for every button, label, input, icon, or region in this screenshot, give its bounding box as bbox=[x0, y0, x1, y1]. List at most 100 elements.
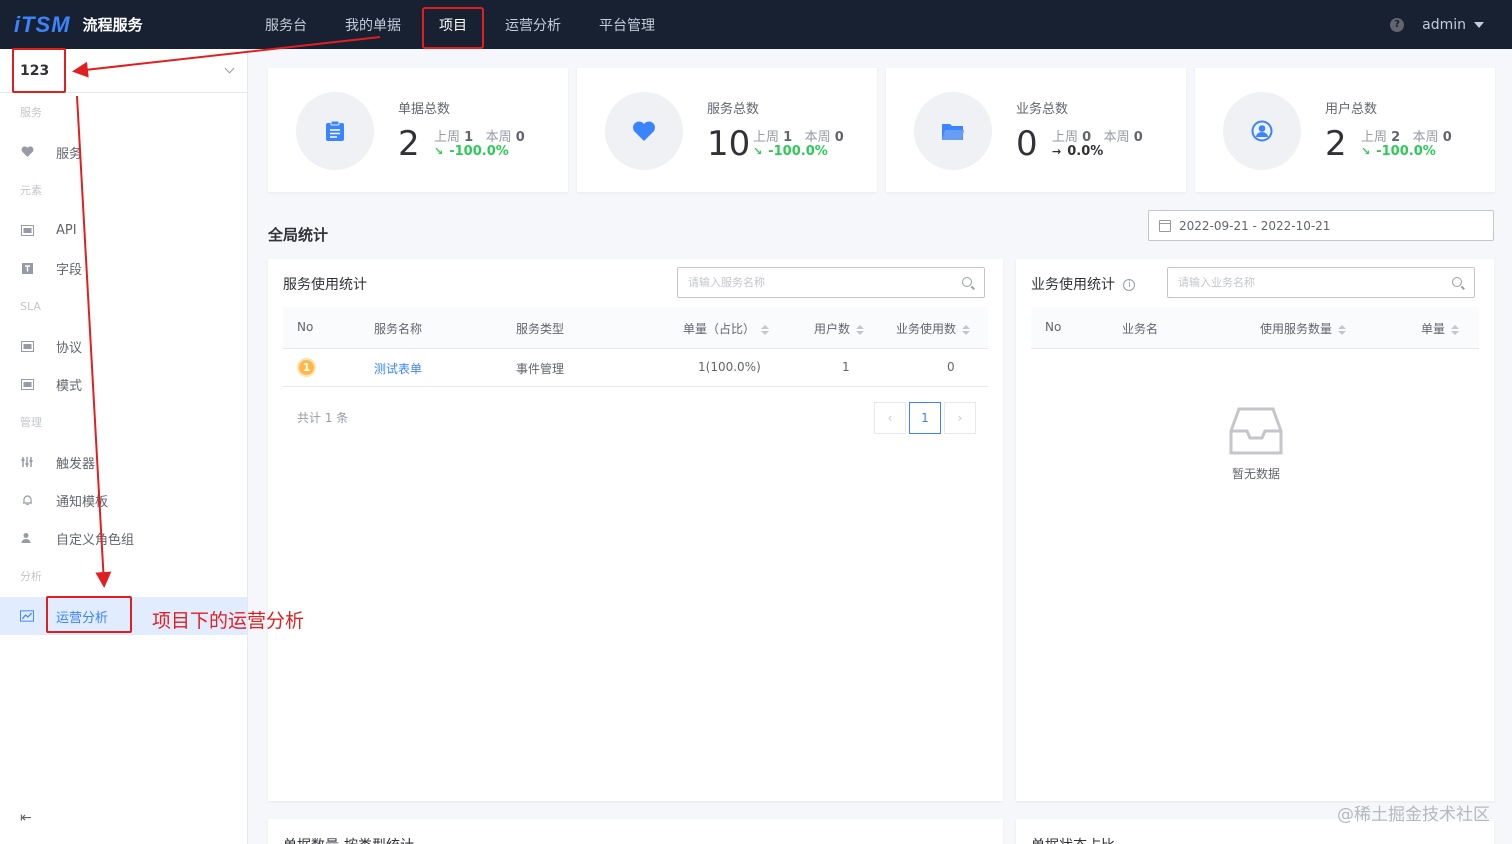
annotation-text: 项目下的运营分析 bbox=[152, 610, 305, 632]
business-usage-panel: 业务使用统计 i No 业务名 使用服务数量 单量 暂无数据 bbox=[1016, 259, 1494, 801]
stat-total: 2 bbox=[398, 124, 420, 164]
col-service-type: 服务类型 bbox=[516, 322, 565, 336]
mode-icon bbox=[20, 377, 34, 391]
sidebar-item-label: 通知模板 bbox=[56, 494, 109, 510]
business-search-input[interactable] bbox=[1178, 276, 1430, 289]
user-count: 1 bbox=[842, 360, 850, 374]
brand[interactable]: iTSM 流程服务 bbox=[14, 12, 234, 38]
page-1-button[interactable]: 1 bbox=[909, 402, 941, 434]
sidebar-item-field[interactable]: 字段 bbox=[0, 249, 247, 287]
nav-my-tickets[interactable]: 我的单据 bbox=[326, 0, 420, 49]
main-nav: 服务台 我的单据 项目 运营分析 平台管理 bbox=[246, 0, 674, 49]
sidebar-item-mode[interactable]: 模式 bbox=[0, 365, 247, 403]
brand-name: 流程服务 bbox=[82, 16, 143, 34]
chevron-down-icon[interactable] bbox=[224, 63, 235, 74]
col-service-qty[interactable]: 使用服务数量 bbox=[1260, 320, 1347, 337]
heart-icon bbox=[633, 121, 655, 141]
stat-card-services: 服务总数 10 上周 1 本周 0 ↘ -100.0% bbox=[577, 68, 877, 192]
trend-value: -100.0% bbox=[768, 144, 828, 159]
sidebar-item-notify-template[interactable]: 通知模板 bbox=[0, 481, 247, 519]
nav-service-desk[interactable]: 服务台 bbox=[246, 0, 326, 49]
watermark: @稀土掘金技术社区 bbox=[1337, 805, 1490, 825]
col-label: 使用服务数量 bbox=[1260, 322, 1333, 336]
main-content: 单据总数 2 上周 1 本周 0 ↘ -100.0% 服务总数 10 上周 1 本… bbox=[248, 49, 1512, 844]
sidebar-item-service[interactable]: 服务 bbox=[0, 133, 247, 171]
panel-title-text: 业务使用统计 bbox=[1031, 277, 1115, 293]
project-name: 123 bbox=[11, 47, 67, 93]
col-label: 业务使用数 bbox=[896, 322, 957, 336]
sort-icon[interactable] bbox=[962, 324, 971, 335]
sidebar-item-custom-role[interactable]: 自定义角色组 bbox=[0, 519, 247, 557]
col-ticket-qty[interactable]: 单量 bbox=[1421, 320, 1460, 337]
stat-card-tickets: 单据总数 2 上周 1 本周 0 ↘ -100.0% bbox=[268, 68, 568, 192]
top-navbar: iTSM 流程服务 服务台 我的单据 项目 运营分析 平台管理 ? admin bbox=[0, 0, 1512, 49]
nav-project[interactable]: 项目 bbox=[420, 0, 486, 49]
service-search-input[interactable] bbox=[688, 276, 940, 289]
sidebar-item-agreement[interactable]: 协议 bbox=[0, 327, 247, 365]
total-count: 共计 1 条 bbox=[297, 411, 349, 425]
empty-state: 暂无数据 bbox=[1221, 407, 1291, 482]
service-name-link[interactable]: 测试表单 bbox=[374, 360, 422, 377]
stat-card-users: 用户总数 2 上周 2 本周 0 ↘ -100.0% bbox=[1195, 68, 1495, 192]
user-menu[interactable]: admin bbox=[1422, 17, 1466, 33]
section-title: 全局统计 bbox=[268, 226, 329, 244]
prev-page-button[interactable]: ‹ bbox=[874, 402, 906, 434]
group-title-analysis: 分析 bbox=[20, 570, 42, 583]
sidebar-item-label: 触发器 bbox=[56, 456, 96, 472]
last-week-label: 上周 bbox=[753, 130, 780, 145]
sort-icon[interactable] bbox=[1338, 324, 1347, 335]
stat-week: 上周 1 本周 0 bbox=[434, 126, 525, 145]
agreement-icon bbox=[20, 339, 34, 353]
col-biz-name: 业务名 bbox=[1122, 322, 1159, 336]
user-icon bbox=[1251, 120, 1273, 142]
stat-icon-circle bbox=[605, 92, 683, 170]
info-icon[interactable]: i bbox=[1123, 279, 1136, 291]
help-icon[interactable]: ? bbox=[1390, 17, 1405, 32]
panel-title: 服务使用统计 bbox=[283, 277, 367, 293]
stat-total: 2 bbox=[1325, 124, 1347, 164]
service-type: 事件管理 bbox=[516, 362, 565, 376]
stat-card-business: 业务总数 0 上周 0 本周 0 → 0.0% bbox=[886, 68, 1186, 192]
col-service-name: 服务名称 bbox=[374, 322, 423, 336]
sort-icon[interactable] bbox=[761, 324, 770, 335]
service-search[interactable] bbox=[677, 267, 985, 298]
last-week-value: 0 bbox=[1082, 130, 1092, 145]
business-table-header: No 业务名 使用服务数量 单量 bbox=[1031, 307, 1479, 349]
col-biz-usage[interactable]: 业务使用数 bbox=[896, 320, 971, 337]
stat-icon-circle bbox=[296, 92, 374, 170]
project-selector[interactable]: 123 bbox=[0, 47, 247, 93]
search-icon[interactable] bbox=[962, 277, 972, 287]
search-icon[interactable] bbox=[1452, 277, 1462, 287]
empty-text: 暂无数据 bbox=[1231, 467, 1280, 481]
clipboard-icon bbox=[326, 120, 344, 141]
sidebar-item-trigger[interactable]: 触发器 bbox=[0, 443, 247, 481]
group-title-sla: SLA bbox=[20, 300, 41, 313]
caret-down-icon[interactable] bbox=[1474, 21, 1484, 28]
chart-icon bbox=[20, 609, 34, 623]
bell-icon bbox=[20, 493, 34, 507]
col-no: No bbox=[1045, 320, 1062, 334]
calendar-icon bbox=[1159, 219, 1171, 232]
arrow-down-icon: ↘ bbox=[434, 145, 444, 158]
last-week-label: 上周 bbox=[1052, 130, 1079, 145]
stat-icon-circle bbox=[914, 92, 992, 170]
panel-title: 单据数量-按类型统计 bbox=[283, 835, 414, 844]
next-page-button[interactable]: › bbox=[944, 402, 976, 434]
sort-icon[interactable] bbox=[1451, 324, 1460, 335]
sort-icon[interactable] bbox=[856, 324, 865, 335]
col-users[interactable]: 用户数 bbox=[814, 320, 865, 337]
arrow-down-icon: ↘ bbox=[1361, 145, 1371, 158]
ticket-type-panel: 单据数量-按类型统计 bbox=[268, 819, 1003, 844]
nav-ops-analysis[interactable]: 运营分析 bbox=[486, 0, 580, 49]
collapse-sidebar-icon[interactable]: ⇤ bbox=[20, 810, 32, 826]
stat-title: 单据总数 bbox=[398, 102, 451, 117]
sidebar-item-label: API bbox=[56, 222, 77, 238]
itsm-logo: iTSM bbox=[14, 11, 71, 37]
nav-platform-admin[interactable]: 平台管理 bbox=[580, 0, 674, 49]
group-title-element: 元素 bbox=[20, 184, 42, 197]
business-search[interactable] bbox=[1167, 267, 1475, 298]
col-ticket-count[interactable]: 单量（占比） bbox=[683, 320, 770, 337]
sidebar-item-label: 运营分析 bbox=[45, 595, 133, 633]
date-range-picker[interactable]: 2022-09-21 - 2022-10-21 bbox=[1148, 210, 1494, 241]
sidebar-item-api[interactable]: API bbox=[0, 211, 247, 249]
